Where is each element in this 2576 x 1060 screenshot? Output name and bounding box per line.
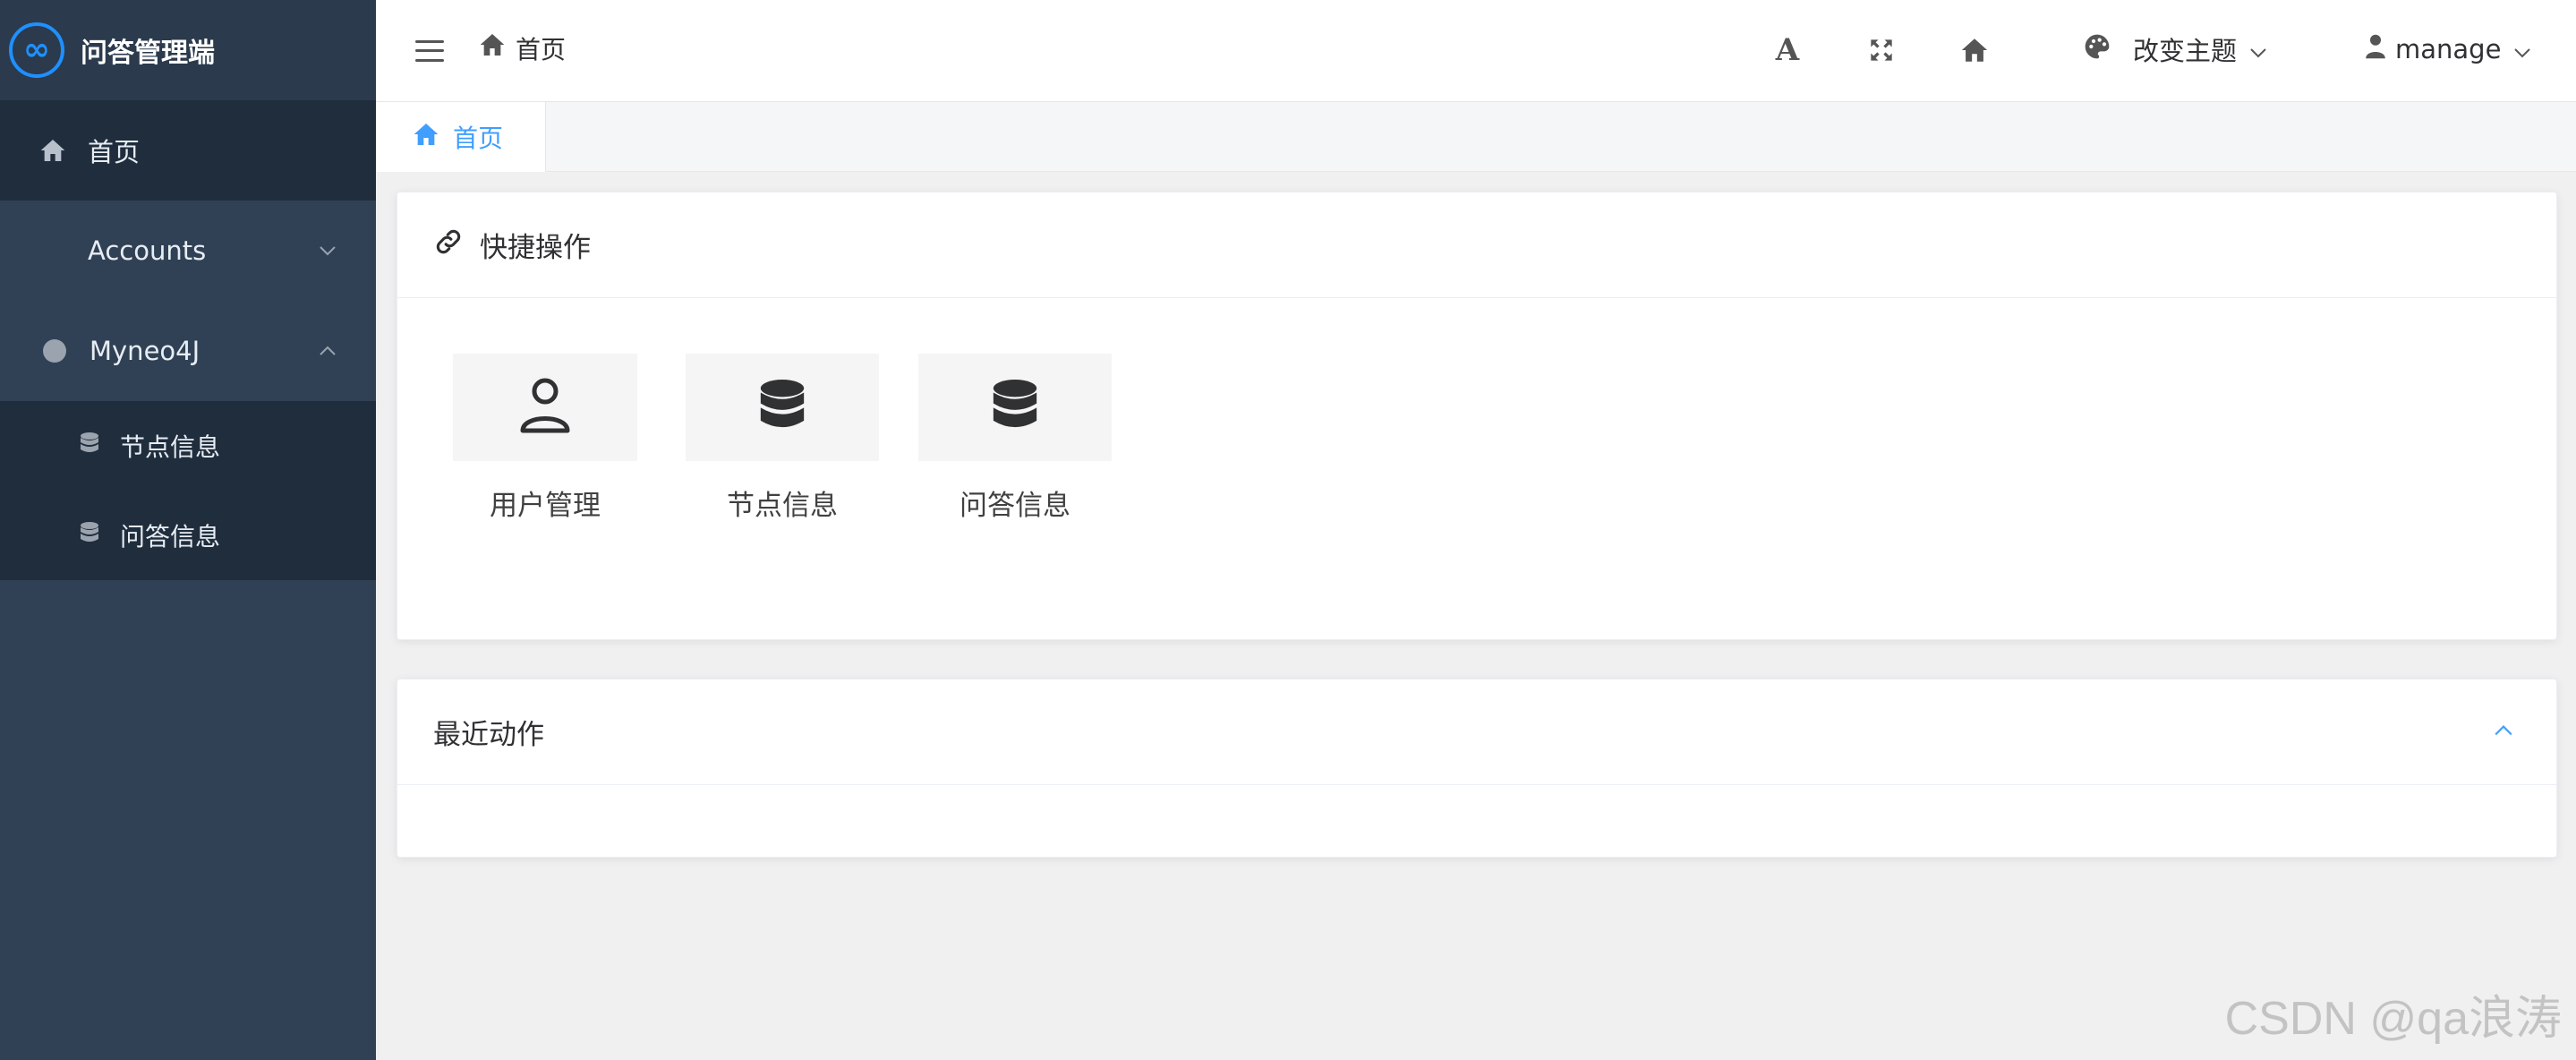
sidebar-subitem-label: 问答信息 bbox=[120, 522, 221, 551]
shortcut-label: 问答信息 bbox=[960, 490, 1070, 522]
database-icon bbox=[79, 432, 100, 461]
app-title: 问答管理端 bbox=[81, 38, 215, 69]
home-icon bbox=[412, 121, 440, 154]
shortcut-tile bbox=[686, 354, 879, 461]
tab-home[interactable]: 首页 bbox=[376, 102, 546, 172]
user-icon bbox=[519, 377, 571, 438]
card-title: 快捷操作 bbox=[480, 232, 591, 264]
chevron-up-icon bbox=[317, 340, 338, 362]
infinity-logo-icon: ∞ bbox=[9, 22, 64, 78]
sidebar-subitem-label: 节点信息 bbox=[120, 432, 221, 462]
card-title: 最近动作 bbox=[433, 719, 544, 751]
top-header: 首页 A 改变主题 manage bbox=[376, 0, 2576, 102]
circle-icon bbox=[39, 339, 70, 363]
palette-icon bbox=[2083, 32, 2111, 67]
home-icon bbox=[478, 31, 507, 64]
sidebar-item-home[interactable]: 首页 bbox=[0, 100, 376, 201]
chevron-down-icon bbox=[2513, 34, 2531, 64]
shortcut-label: 节点信息 bbox=[727, 490, 838, 522]
breadcrumb: 首页 bbox=[478, 30, 566, 66]
shortcut-tile bbox=[453, 354, 637, 461]
recent-actions-card: 最近动作 bbox=[397, 679, 2557, 858]
watermark: CSDN @qa浪涛 bbox=[2224, 993, 2562, 1045]
chevron-down-icon bbox=[317, 240, 338, 261]
database-icon bbox=[989, 377, 1041, 438]
sidebar-item-label: Accounts bbox=[88, 235, 207, 266]
username: manage bbox=[2395, 34, 2502, 64]
card-header: 最近动作 bbox=[397, 680, 2556, 785]
card-header: 快捷操作 bbox=[397, 192, 2556, 298]
chevron-down-icon bbox=[2249, 34, 2267, 64]
breadcrumb-item[interactable]: 首页 bbox=[516, 30, 566, 66]
shortcut-qa-info[interactable]: 问答信息 bbox=[918, 354, 1112, 523]
sidebar-item-qa-info[interactable]: 问答信息 bbox=[0, 491, 376, 580]
sidebar-item-accounts[interactable]: Accounts bbox=[0, 201, 376, 301]
user-icon bbox=[2365, 33, 2386, 66]
sidebar-item-myneo4j[interactable]: Myneo4J bbox=[0, 301, 376, 401]
sidebar-item-label: Myneo4J bbox=[90, 336, 200, 366]
shortcut-tile bbox=[918, 354, 1112, 461]
shortcut-node-info[interactable]: 节点信息 bbox=[686, 354, 879, 523]
link-icon bbox=[433, 227, 464, 264]
database-icon bbox=[79, 521, 100, 551]
app-root: ∞ 问答管理端 首页 Accounts Myneo4J 节点信息 问答信息 首页… bbox=[0, 0, 2576, 1060]
chevron-up-icon[interactable] bbox=[2490, 717, 2517, 744]
quick-actions-card: 快捷操作 用户管理 节点信息 问答信息 bbox=[397, 192, 2557, 640]
theme-label: 改变主题 bbox=[2133, 36, 2238, 66]
database-icon bbox=[756, 377, 808, 438]
change-theme-dropdown[interactable]: 改变主题 bbox=[2083, 27, 2267, 72]
tags-bar: 首页 bbox=[376, 102, 2576, 172]
submenu-myneo4j: 节点信息 问答信息 bbox=[0, 401, 376, 580]
sidebar-item-label: 首页 bbox=[88, 137, 141, 167]
shortcut-user-management[interactable]: 用户管理 bbox=[453, 354, 637, 523]
font-size-button[interactable]: A bbox=[1770, 32, 1805, 68]
home-icon bbox=[38, 137, 68, 164]
user-dropdown[interactable]: manage bbox=[2365, 27, 2531, 72]
logo-bar[interactable]: ∞ 问答管理端 bbox=[0, 0, 376, 100]
sidebar: ∞ 问答管理端 首页 Accounts Myneo4J 节点信息 问答信息 bbox=[0, 0, 376, 1060]
tab-label: 首页 bbox=[453, 124, 504, 153]
home-button-icon[interactable] bbox=[1957, 32, 1992, 68]
shortcut-label: 用户管理 bbox=[490, 490, 601, 522]
hamburger-menu-icon[interactable] bbox=[415, 39, 444, 62]
fullscreen-icon[interactable] bbox=[1864, 32, 1899, 68]
sidebar-item-node-info[interactable]: 节点信息 bbox=[0, 401, 376, 491]
